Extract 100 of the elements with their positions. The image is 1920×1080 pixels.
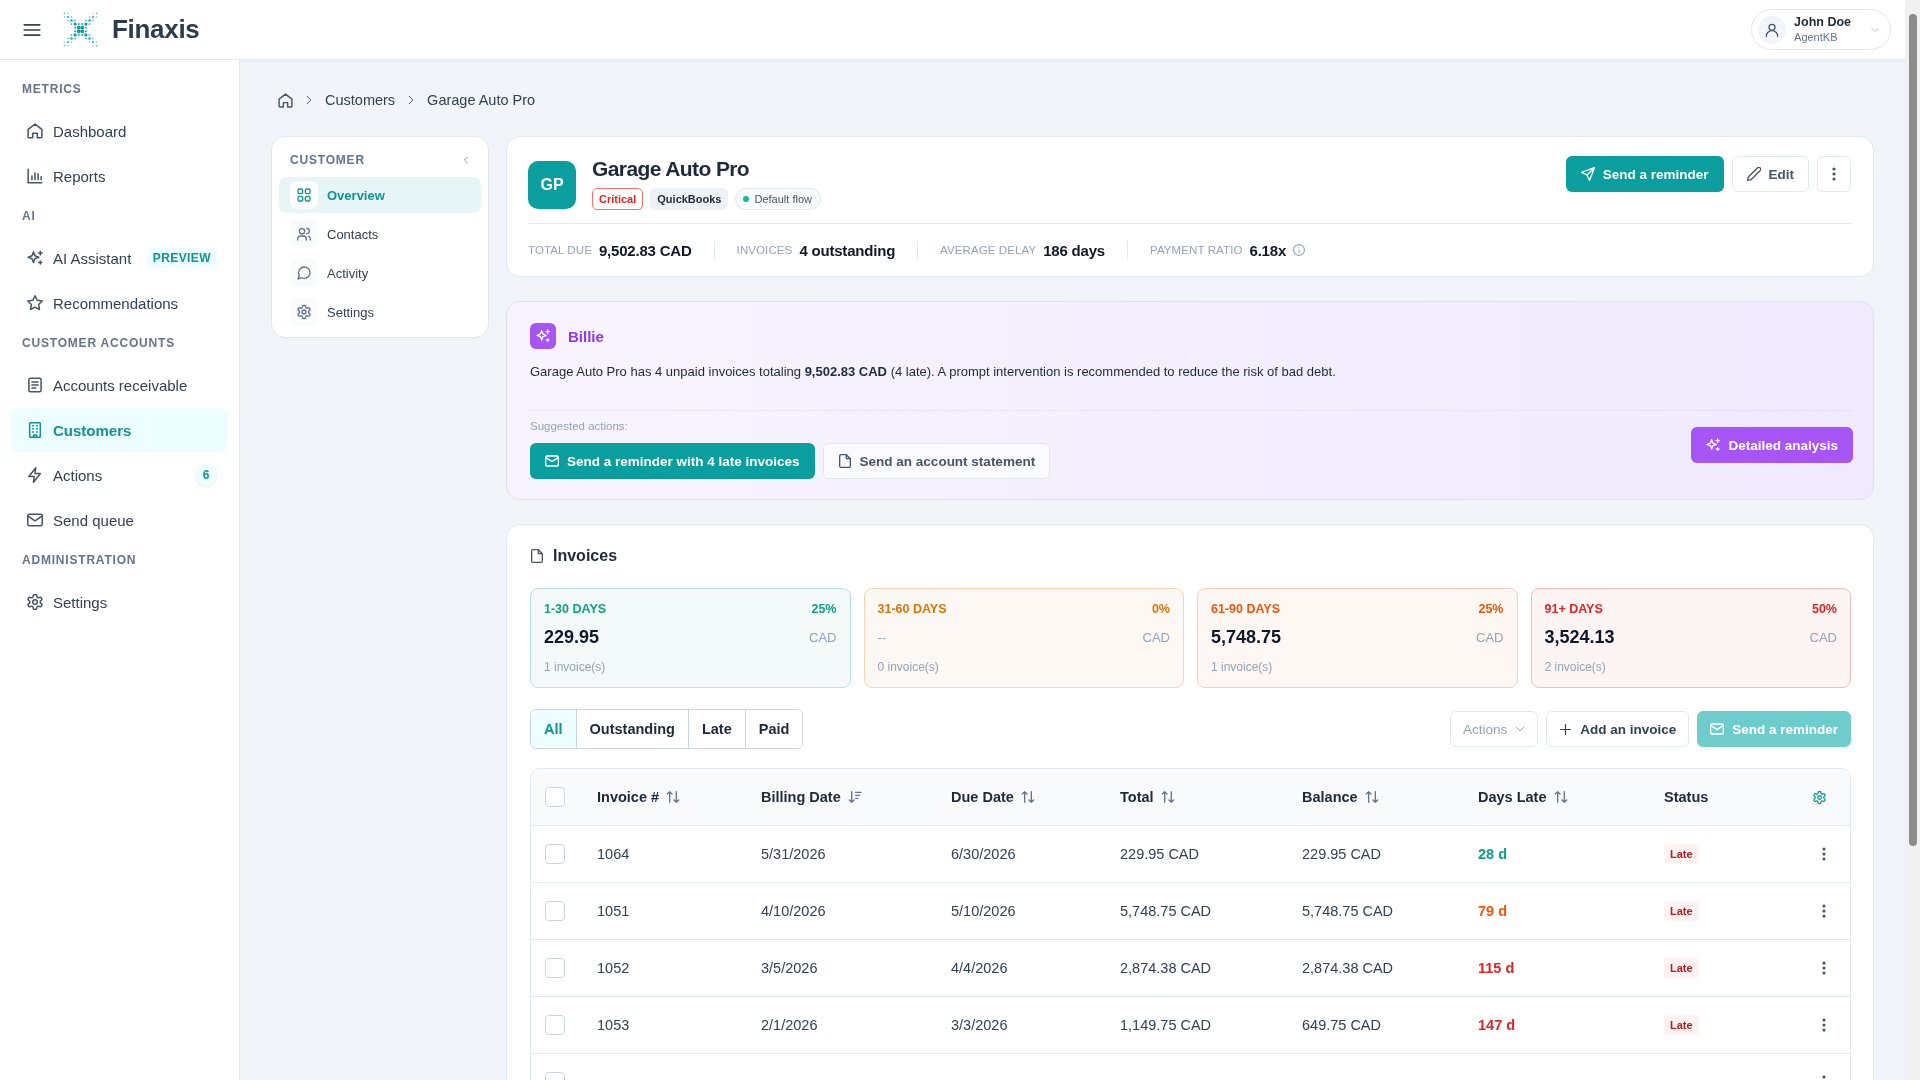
table-cell: 1051 bbox=[597, 903, 630, 919]
sidebar-item[interactable]: Settings bbox=[11, 580, 228, 624]
add-invoice-button[interactable]: Add an invoice bbox=[1546, 711, 1690, 747]
currency-label: CAD bbox=[1142, 629, 1170, 645]
column-header[interactable]: Due Date bbox=[951, 789, 1035, 805]
more-icon[interactable] bbox=[1822, 847, 1826, 861]
table-cell: 5/31/2026 bbox=[761, 846, 826, 862]
table-cell: 3/3/2026 bbox=[951, 1017, 1008, 1033]
row-checkbox[interactable] bbox=[545, 958, 565, 978]
customer-menu-item[interactable]: Settings bbox=[279, 294, 481, 330]
settings-icon bbox=[27, 594, 43, 610]
more-icon[interactable] bbox=[1822, 1018, 1826, 1032]
bucket-label: 61-90 DAYS bbox=[1211, 601, 1281, 617]
user-name: John Doe bbox=[1794, 15, 1851, 30]
settings-icon bbox=[290, 298, 318, 326]
document-icon bbox=[27, 377, 43, 393]
sort-descending-icon bbox=[847, 790, 862, 804]
invoice-count: 2 invoice(s) bbox=[1544, 659, 1606, 675]
brand-name: Finaxis bbox=[112, 14, 200, 45]
customer-menu-item[interactable]: Contacts bbox=[279, 216, 481, 252]
settings-icon[interactable] bbox=[1813, 790, 1826, 804]
sidebar-item[interactable]: Accounts receivable bbox=[11, 363, 228, 407]
sidebar-item[interactable]: Dashboard bbox=[11, 109, 228, 153]
status-badge: Late bbox=[1664, 844, 1699, 864]
column-header[interactable]: Total bbox=[1120, 789, 1175, 805]
suggestion-button[interactable]: Send an account statement bbox=[822, 443, 1051, 479]
user-role: AgentKB bbox=[1794, 30, 1839, 44]
customer-name: Garage Auto Pro bbox=[592, 156, 750, 182]
column-header[interactable]: Days Late bbox=[1478, 789, 1568, 805]
select-all-checkbox[interactable] bbox=[545, 787, 565, 807]
sparkle-icon bbox=[27, 250, 43, 266]
mail-icon bbox=[545, 454, 559, 468]
column-header[interactable]: Billing Date bbox=[761, 789, 862, 805]
assistant-name: Billie bbox=[568, 327, 604, 345]
bucket-amount: 3,524.13 bbox=[1544, 626, 1615, 648]
sidebar-item[interactable]: Reports bbox=[11, 154, 228, 198]
stat-label: AVERAGE DELAY bbox=[940, 244, 1037, 256]
column-header[interactable]: Invoice # bbox=[597, 789, 681, 805]
section-label: ADMINISTRATION bbox=[22, 552, 137, 569]
grid-icon bbox=[290, 181, 318, 209]
sidebar-item[interactable]: Recommendations bbox=[11, 281, 228, 325]
sort-icon bbox=[1553, 790, 1568, 804]
status-badge: Late bbox=[1664, 958, 1699, 978]
edit-button[interactable]: Edit bbox=[1731, 156, 1809, 192]
section-label: AI bbox=[22, 208, 36, 225]
analysis-button[interactable]: Detailed analysis bbox=[1691, 427, 1853, 463]
menu-title: CUSTOMER bbox=[290, 153, 365, 167]
home-icon[interactable] bbox=[278, 92, 293, 108]
table-cell: 3/5/2026 bbox=[761, 960, 818, 976]
filter-tab[interactable]: Paid bbox=[744, 710, 803, 748]
building-icon bbox=[27, 422, 43, 438]
table-cell: 1064 bbox=[597, 846, 630, 862]
sidebar-item[interactable]: Send queue bbox=[11, 498, 228, 542]
assistant-message: Garage Auto Pro has 4 unpaid invoices totaling 9,502.83 CAD (4 late). A prompt intervention is recommended to reduce the risk of bad debt. bbox=[530, 364, 1336, 380]
pencil-icon bbox=[1746, 167, 1761, 181]
row-checkbox[interactable] bbox=[545, 901, 565, 921]
user-menu[interactable]: John Doe AgentKB bbox=[1751, 9, 1891, 50]
collapse-chevron-icon[interactable] bbox=[462, 156, 470, 164]
table-cell: 5,748.75 CAD bbox=[1302, 903, 1394, 919]
sidebar-item[interactable]: AI Assistant PREVIEW bbox=[11, 236, 228, 280]
table-cell: 5/10/2026 bbox=[951, 903, 1016, 919]
preview-tag: PREVIEW bbox=[146, 248, 217, 268]
chevron-down-icon bbox=[1871, 25, 1879, 34]
more-button[interactable] bbox=[1817, 156, 1851, 192]
sidebar-item[interactable]: Actions 6 bbox=[11, 453, 228, 497]
filter-tab[interactable]: All bbox=[531, 710, 576, 748]
more-icon[interactable] bbox=[1822, 904, 1826, 918]
customer-menu-item[interactable]: Activity bbox=[279, 255, 481, 291]
home-icon bbox=[27, 123, 43, 139]
sparkle-icon bbox=[1706, 438, 1721, 452]
invoice-count: 0 invoice(s) bbox=[877, 659, 939, 675]
days-late-cell: 79 d bbox=[1478, 903, 1507, 919]
table-cell: 229.95 CAD bbox=[1120, 846, 1199, 862]
info-icon[interactable] bbox=[1293, 244, 1306, 256]
bucket-amount: 229.95 bbox=[544, 626, 600, 648]
user-icon bbox=[1758, 15, 1787, 44]
count-badge: 6 bbox=[195, 464, 217, 486]
stat-value: 186 days bbox=[1043, 241, 1105, 259]
stat-value: 9,502.83 CAD bbox=[598, 241, 692, 259]
bucket-label: 1-30 DAYS bbox=[544, 601, 607, 617]
currency-label: CAD bbox=[1809, 629, 1837, 645]
scrollbar[interactable] bbox=[1905, 0, 1920, 1080]
table-cell: 229.95 CAD bbox=[1302, 846, 1381, 862]
breadcrumb-link[interactable]: Customers bbox=[325, 92, 396, 108]
table-cell: 2,874.38 CAD bbox=[1120, 960, 1212, 976]
table-cell: 6/30/2026 bbox=[951, 846, 1016, 862]
breadcrumb-current: Garage Auto Pro bbox=[427, 92, 536, 108]
mail-icon bbox=[1710, 722, 1725, 736]
row-checkbox[interactable] bbox=[545, 1015, 565, 1035]
sidebar-item[interactable]: Customers bbox=[11, 408, 228, 452]
row-checkbox[interactable] bbox=[545, 844, 565, 864]
stat-label: INVOICES bbox=[736, 244, 793, 256]
bucket-share: 50% bbox=[1811, 602, 1837, 616]
more-icon[interactable] bbox=[1822, 961, 1826, 975]
invoice-count: 1 invoice(s) bbox=[1211, 659, 1273, 675]
bucket-amount: 5,748.75 bbox=[1211, 626, 1282, 648]
suggestions-label: Suggested actions: bbox=[530, 419, 628, 433]
table-cell: 1053 bbox=[597, 1017, 630, 1033]
column-header[interactable]: Balance bbox=[1302, 789, 1379, 805]
sort-icon bbox=[666, 790, 681, 804]
